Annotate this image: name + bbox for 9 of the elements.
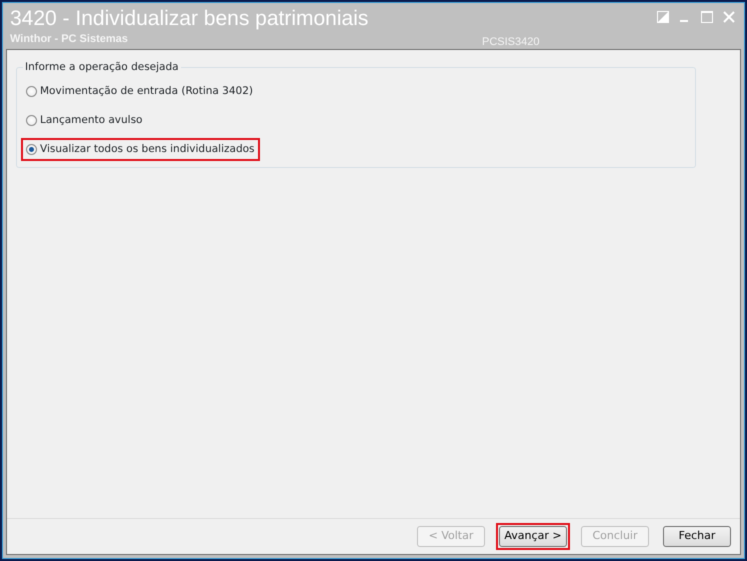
restore-icon[interactable] bbox=[657, 11, 669, 23]
radio-option[interactable]: Movimentação de entrada (Rotina 3402) bbox=[21, 80, 258, 104]
wizard-button[interactable]: Avançar > bbox=[499, 526, 567, 547]
radio-option[interactable]: Lançamento avulso bbox=[21, 108, 148, 132]
maximize-icon[interactable] bbox=[701, 11, 713, 23]
wizard-button[interactable]: Fechar bbox=[663, 526, 731, 547]
radio-option[interactable]: Visualizar todos os bens individualizados bbox=[21, 138, 260, 162]
close-icon[interactable] bbox=[723, 11, 735, 23]
window-title: 3420 - Individualizar bens patrimoniais bbox=[10, 7, 368, 30]
